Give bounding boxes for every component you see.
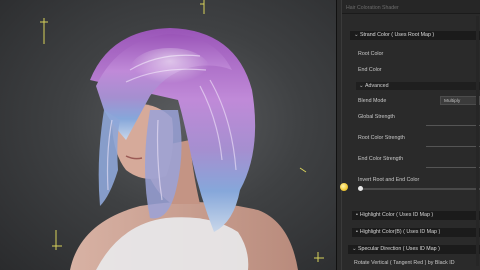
bullet-icon: • [356,212,358,218]
viewport-scene [40,0,324,270]
section-strand-color-label: Strand Color ( Uses Root Map ) [360,32,435,38]
end-color-strength-label: End Color Strength [358,156,404,162]
section-advanced-label: Advanced [365,83,389,89]
lightbulb-icon[interactable] [340,183,348,191]
blend-mode-label: Blend Mode [358,98,387,104]
root-color-strength-label: Root Color Strength [358,135,405,141]
section-highlight-color-b-label: Highlight Color(B) ( Uses ID Map ) [359,229,441,235]
bullet-icon: • [356,229,358,235]
root-color-label: Root Color [358,51,384,57]
hair-sheen [130,48,210,92]
panel-title: Hair Coloration Shader [346,5,399,11]
3d-viewport[interactable] [0,0,336,270]
blend-mode-dropdown[interactable]: Multiply [440,96,480,105]
section-strand-color[interactable]: ⌄ Strand Color ( Uses Root Map ) [350,31,480,40]
section-specular-direction[interactable]: ⌄ Specular Direction ( Uses ID Map ) [348,245,480,254]
end-color-label: End Color [358,67,382,73]
end-color-strength-slider[interactable] [426,167,480,168]
section-highlight-color[interactable]: • Highlight Color ( Uses ID Map ) [352,211,480,220]
invert-root-end-track[interactable] [359,188,480,190]
section-advanced[interactable]: ⌄ Advanced [356,82,480,90]
invert-root-end-label: Invert Root and End Color [358,177,420,183]
rotate-vertical-label: Rotate Vertical ( Tangent Red ) by Black… [354,260,455,266]
panel-scrollbar[interactable] [476,16,479,266]
global-strength-label: Global Strength [358,114,395,120]
root-color-strength-slider[interactable] [426,146,480,147]
properties-panel: Hair Coloration Shader ⌄ Strand Color ( U… [342,0,480,270]
invert-root-end-knob[interactable] [358,186,363,191]
section-highlight-color-label: Highlight Color ( Uses ID Map ) [359,212,434,218]
global-strength-slider[interactable] [426,125,480,126]
section-highlight-color-b[interactable]: • Highlight Color(B) ( Uses ID Map ) [352,228,480,237]
section-specular-direction-label: Specular Direction ( Uses ID Map ) [358,246,440,252]
hair-strands-left [98,110,120,206]
